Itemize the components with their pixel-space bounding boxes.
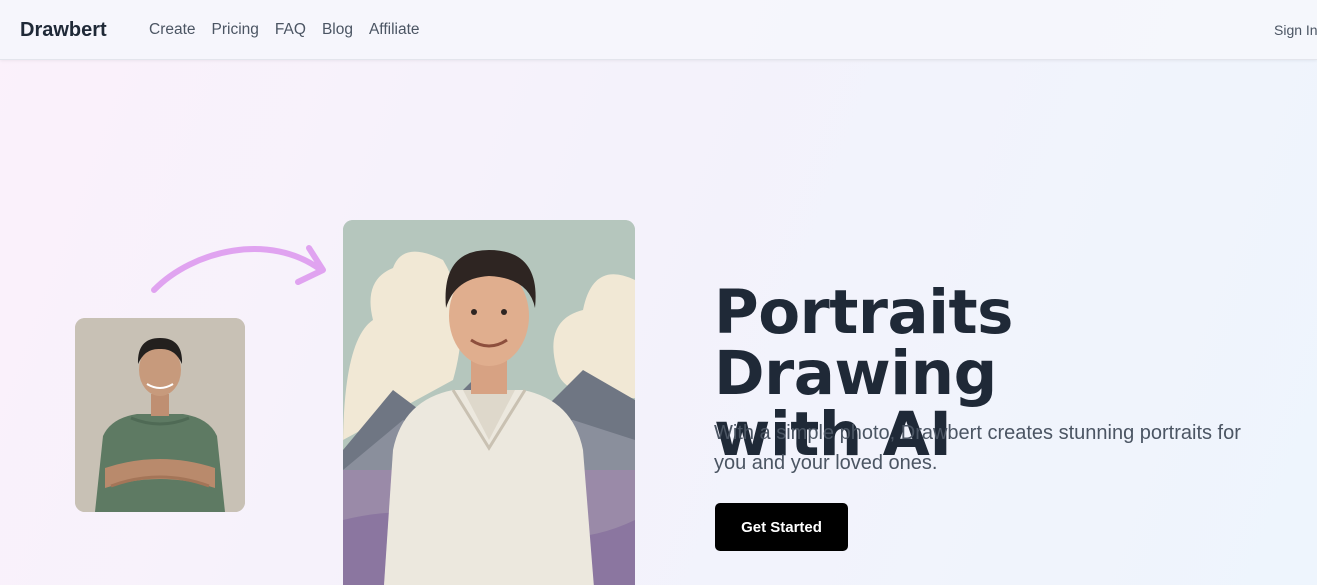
ai-portrait-image <box>343 220 635 585</box>
nav-link-blog[interactable]: Blog <box>322 21 353 39</box>
nav-link-affiliate[interactable]: Affiliate <box>369 21 420 39</box>
nav-link-faq[interactable]: FAQ <box>275 21 306 39</box>
get-started-button[interactable]: Get Started <box>715 503 848 551</box>
ai-portrait-illustration <box>343 220 635 585</box>
nav-link-pricing[interactable]: Pricing <box>212 21 259 39</box>
nav-link-create[interactable]: Create <box>149 21 196 39</box>
original-photo <box>75 318 245 512</box>
original-photo-image <box>75 318 245 512</box>
nav-links: Create Pricing FAQ Blog Affiliate <box>149 21 420 39</box>
hero-title-line-1: Portraits Drawing <box>714 277 1013 409</box>
sign-in-link[interactable]: Sign In <box>1274 22 1317 38</box>
top-navbar: Drawbert Create Pricing FAQ Blog Affilia… <box>0 0 1317 60</box>
curved-arrow-icon <box>151 245 326 293</box>
hero-subtitle: With a simple photo, Drawbert creates st… <box>714 422 1241 474</box>
brand-logo[interactable]: Drawbert <box>20 19 107 42</box>
